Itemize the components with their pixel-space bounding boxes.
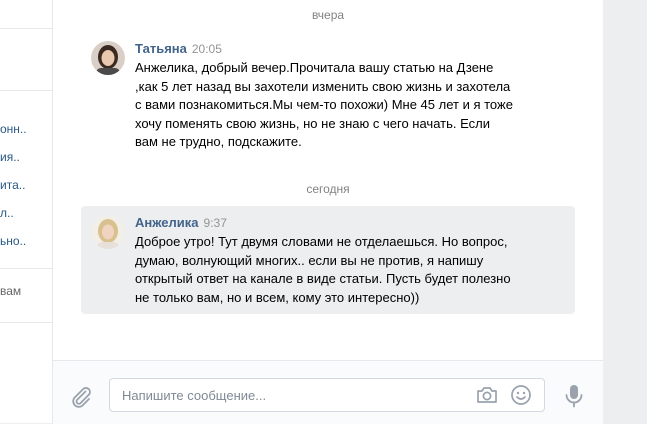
- avatar[interactable]: [91, 41, 125, 75]
- author-name[interactable]: Анжелика: [135, 215, 199, 230]
- dialog-item[interactable]: ия..: [0, 150, 52, 164]
- dialog-item[interactable]: ьно..: [0, 234, 52, 248]
- dialog-item[interactable]: онн..: [0, 122, 52, 136]
- message-text: Анжелика, добрый вечер.Прочитала вашу ст…: [135, 59, 515, 152]
- divider: [0, 268, 52, 269]
- message-line: с вами познакомиться.Мы чем-то похожи) М…: [135, 97, 513, 112]
- smile-icon[interactable]: [510, 384, 532, 406]
- divider: [0, 90, 52, 91]
- author-name[interactable]: Татьяна: [135, 41, 187, 56]
- divider: [0, 28, 52, 29]
- message-line: вам не трудно, подскажите.: [135, 134, 302, 149]
- message-time[interactable]: 20:05: [192, 42, 222, 56]
- divider: [0, 322, 52, 323]
- message-input[interactable]: [122, 386, 472, 404]
- message-line: хочу поменять свою жизнь, но не знаю с ч…: [135, 115, 490, 131]
- message-line: ,как 5 лет назад вы захотели изменить св…: [135, 78, 511, 94]
- date-separator: вчера: [311, 8, 345, 22]
- message-line: открытый ответ на канале в виде статьи. …: [135, 271, 511, 286]
- date-separator: сегодня: [306, 182, 350, 196]
- message: Татьяна 20:05 Анжелика, добрый вечер.Проч…: [81, 32, 575, 162]
- camera-icon[interactable]: [476, 385, 498, 405]
- dialog-item[interactable]: л..: [0, 206, 52, 220]
- page-background: [603, 0, 647, 423]
- message-composer: [53, 360, 603, 424]
- message-line: думаю, волнующий многих.. если вы не про…: [135, 252, 484, 268]
- microphone-icon[interactable]: [563, 383, 585, 409]
- message-time[interactable]: 9:37: [204, 216, 227, 230]
- dialogs-list: онн.. ия.. ита.. л.. ьно.. вам: [0, 0, 53, 423]
- chat-panel: вчера Татьяна 20:05 Анжелика, добрый вече…: [53, 0, 603, 424]
- message-line: Анжелика, добрый вечер.Прочитала вашу ст…: [135, 60, 494, 75]
- avatar[interactable]: [91, 215, 125, 249]
- message-line: не только вам, но и всем, кому это интер…: [135, 289, 420, 305]
- paperclip-icon[interactable]: [69, 385, 93, 409]
- message-line: Доброе утро! Тут двумя словами не отдела…: [135, 234, 508, 249]
- message-text: Доброе утро! Тут двумя словами не отдела…: [135, 233, 515, 307]
- message-header: Анжелика 9:37: [135, 215, 227, 230]
- message-header: Татьяна 20:05: [135, 41, 222, 56]
- dialog-item[interactable]: вам: [0, 284, 52, 298]
- message: Анжелика 9:37 Доброе утро! Тут двумя слов…: [81, 206, 575, 314]
- message-input-box: [109, 378, 545, 412]
- dialog-item[interactable]: ита..: [0, 178, 52, 192]
